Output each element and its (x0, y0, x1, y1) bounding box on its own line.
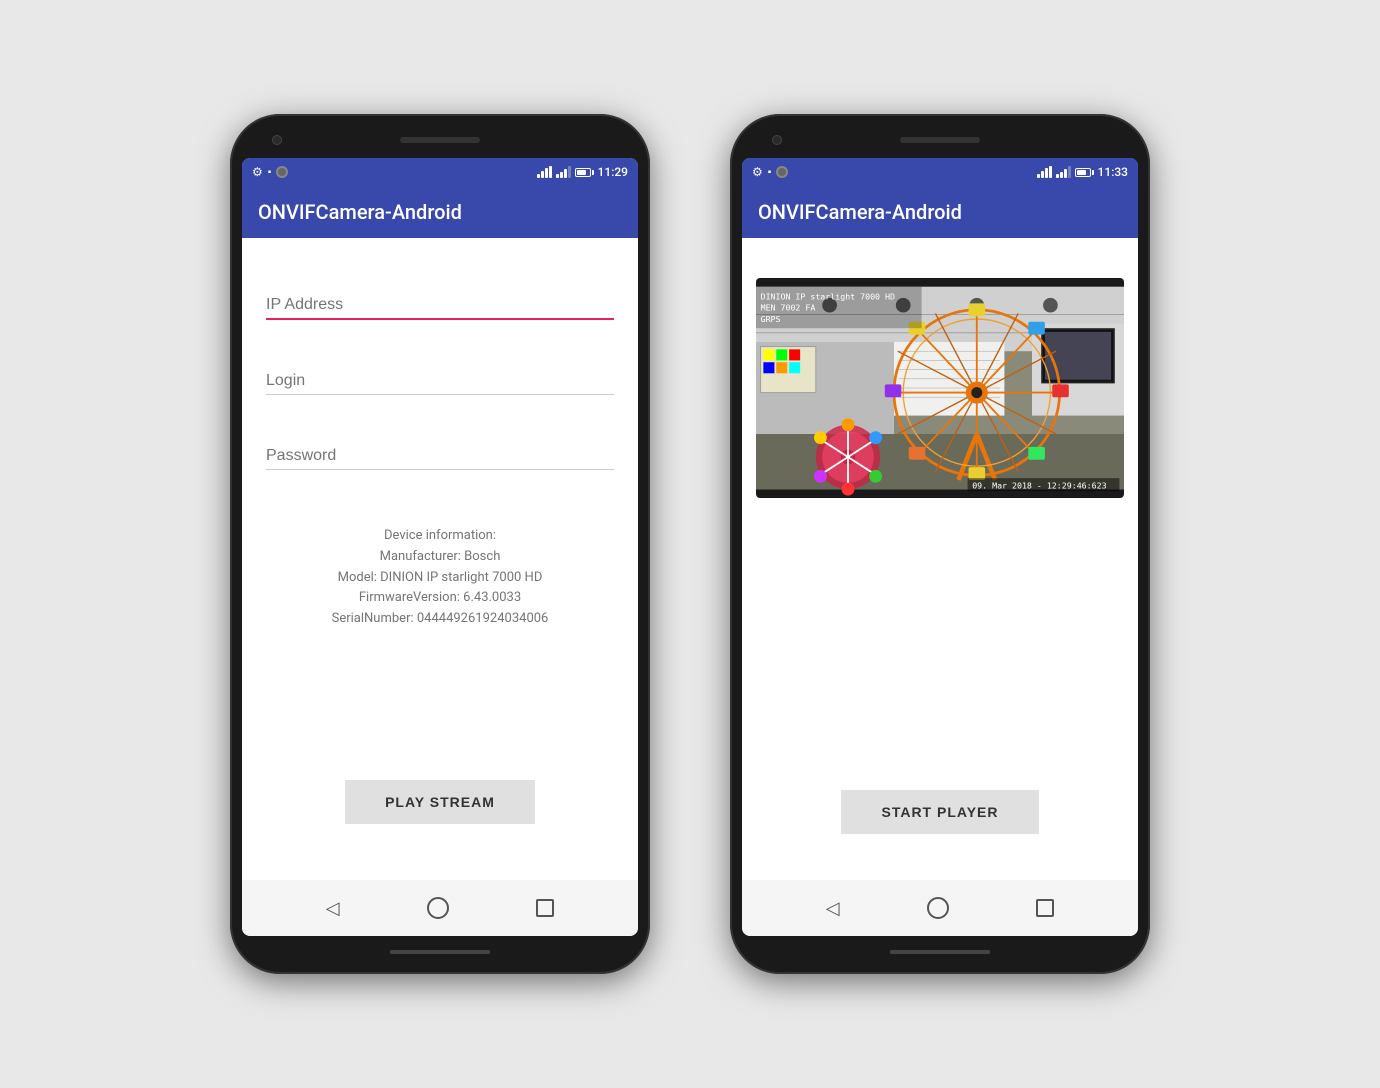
front-camera-1 (272, 135, 282, 145)
home-bar-1 (390, 950, 490, 954)
sim-icon-2: ▪ (768, 167, 772, 178)
device-info-label: Device information: (266, 526, 614, 547)
recents-button-1[interactable] (536, 899, 554, 917)
back-button-2[interactable]: ◁ (826, 898, 840, 919)
status-right-1: 11:29 (537, 165, 628, 179)
wifi-signal-icon (537, 166, 552, 178)
ip-address-input[interactable] (266, 288, 614, 320)
circle-status-icon-2 (776, 166, 788, 178)
app-title-1: ONVIFCamera-Android (258, 200, 462, 224)
front-camera-2 (772, 135, 782, 145)
app-bar-2: ONVIFCamera-Android (742, 186, 1138, 238)
battery-icon-2 (1075, 168, 1094, 177)
home-bar-2 (890, 950, 990, 954)
status-left-1: ⚙ ▪ (252, 165, 288, 179)
status-time-1: 11:29 (598, 165, 628, 179)
app-container: ⚙ ▪ (230, 114, 1150, 974)
camera-feed: DINION IP starlight 7000 HD MEN 7002 FA … (756, 278, 1124, 498)
model-info: Model: DINION IP starlight 7000 HD (266, 568, 614, 589)
login-group (266, 364, 614, 395)
ip-address-group (266, 288, 614, 320)
phone-bottom-1 (242, 942, 638, 962)
device-info: Device information: Manufacturer: Bosch … (266, 526, 614, 630)
phone-2: ⚙ ▪ (730, 114, 1150, 974)
screen-content-2: DINION IP starlight 7000 HD MEN 7002 FA … (742, 238, 1138, 880)
manufacturer-info: Manufacturer: Bosch (266, 547, 614, 568)
cellular-signal-icon-2 (1056, 166, 1071, 178)
screen-content-1: Device information: Manufacturer: Bosch … (242, 238, 638, 880)
status-bar-1: ⚙ ▪ (242, 158, 638, 186)
status-bar-2: ⚙ ▪ (742, 158, 1138, 186)
phone-screen-2: ⚙ ▪ (742, 158, 1138, 936)
status-left-2: ⚙ ▪ (752, 165, 788, 179)
serial-info: SerialNumber: 044449261924034006 (266, 609, 614, 630)
bottom-nav-2: ◁ (742, 880, 1138, 936)
battery-icon (575, 168, 594, 177)
play-stream-button[interactable]: PLAY STREAM (345, 780, 535, 824)
phone-screen-1: ⚙ ▪ (242, 158, 638, 936)
svg-text:DINION IP starlight 7000 HD: DINION IP starlight 7000 HD (761, 292, 895, 302)
svg-text:MEN 7002 FA: MEN 7002 FA (761, 303, 816, 313)
gear-icon-2: ⚙ (752, 165, 763, 179)
phone-bottom-2 (742, 942, 1138, 962)
start-player-button[interactable]: START PLAYER (841, 790, 1038, 834)
status-right-2: 11:33 (1037, 165, 1128, 179)
speaker-1 (400, 137, 480, 143)
sim-icon: ▪ (268, 167, 272, 178)
firmware-info: FirmwareVersion: 6.43.0033 (266, 588, 614, 609)
wifi-signal-icon-2 (1037, 166, 1052, 178)
login-input[interactable] (266, 364, 614, 395)
app-bar-1: ONVIFCamera-Android (242, 186, 638, 238)
circle-status-icon (276, 166, 288, 178)
svg-text:GRPS: GRPS (761, 314, 781, 324)
phone-1: ⚙ ▪ (230, 114, 650, 974)
bottom-nav-1: ◁ (242, 880, 638, 936)
status-time-2: 11:33 (1098, 165, 1128, 179)
recents-button-2[interactable] (1036, 899, 1054, 917)
password-group (266, 439, 614, 470)
cellular-signal-icon (556, 166, 571, 178)
phone-top-bar-1 (242, 126, 638, 154)
password-input[interactable] (266, 439, 614, 470)
app-title-2: ONVIFCamera-Android (758, 200, 962, 224)
gear-icon: ⚙ (252, 165, 263, 179)
back-button-1[interactable]: ◁ (326, 898, 340, 919)
home-button-1[interactable] (427, 897, 449, 919)
home-button-2[interactable] (927, 897, 949, 919)
svg-text:09. Mar 2018 - 12:29:46:623: 09. Mar 2018 - 12:29:46:623 (972, 480, 1106, 490)
speaker-2 (900, 137, 980, 143)
phone-top-bar-2 (742, 126, 1138, 154)
camera-scene: DINION IP starlight 7000 HD MEN 7002 FA … (756, 278, 1124, 498)
